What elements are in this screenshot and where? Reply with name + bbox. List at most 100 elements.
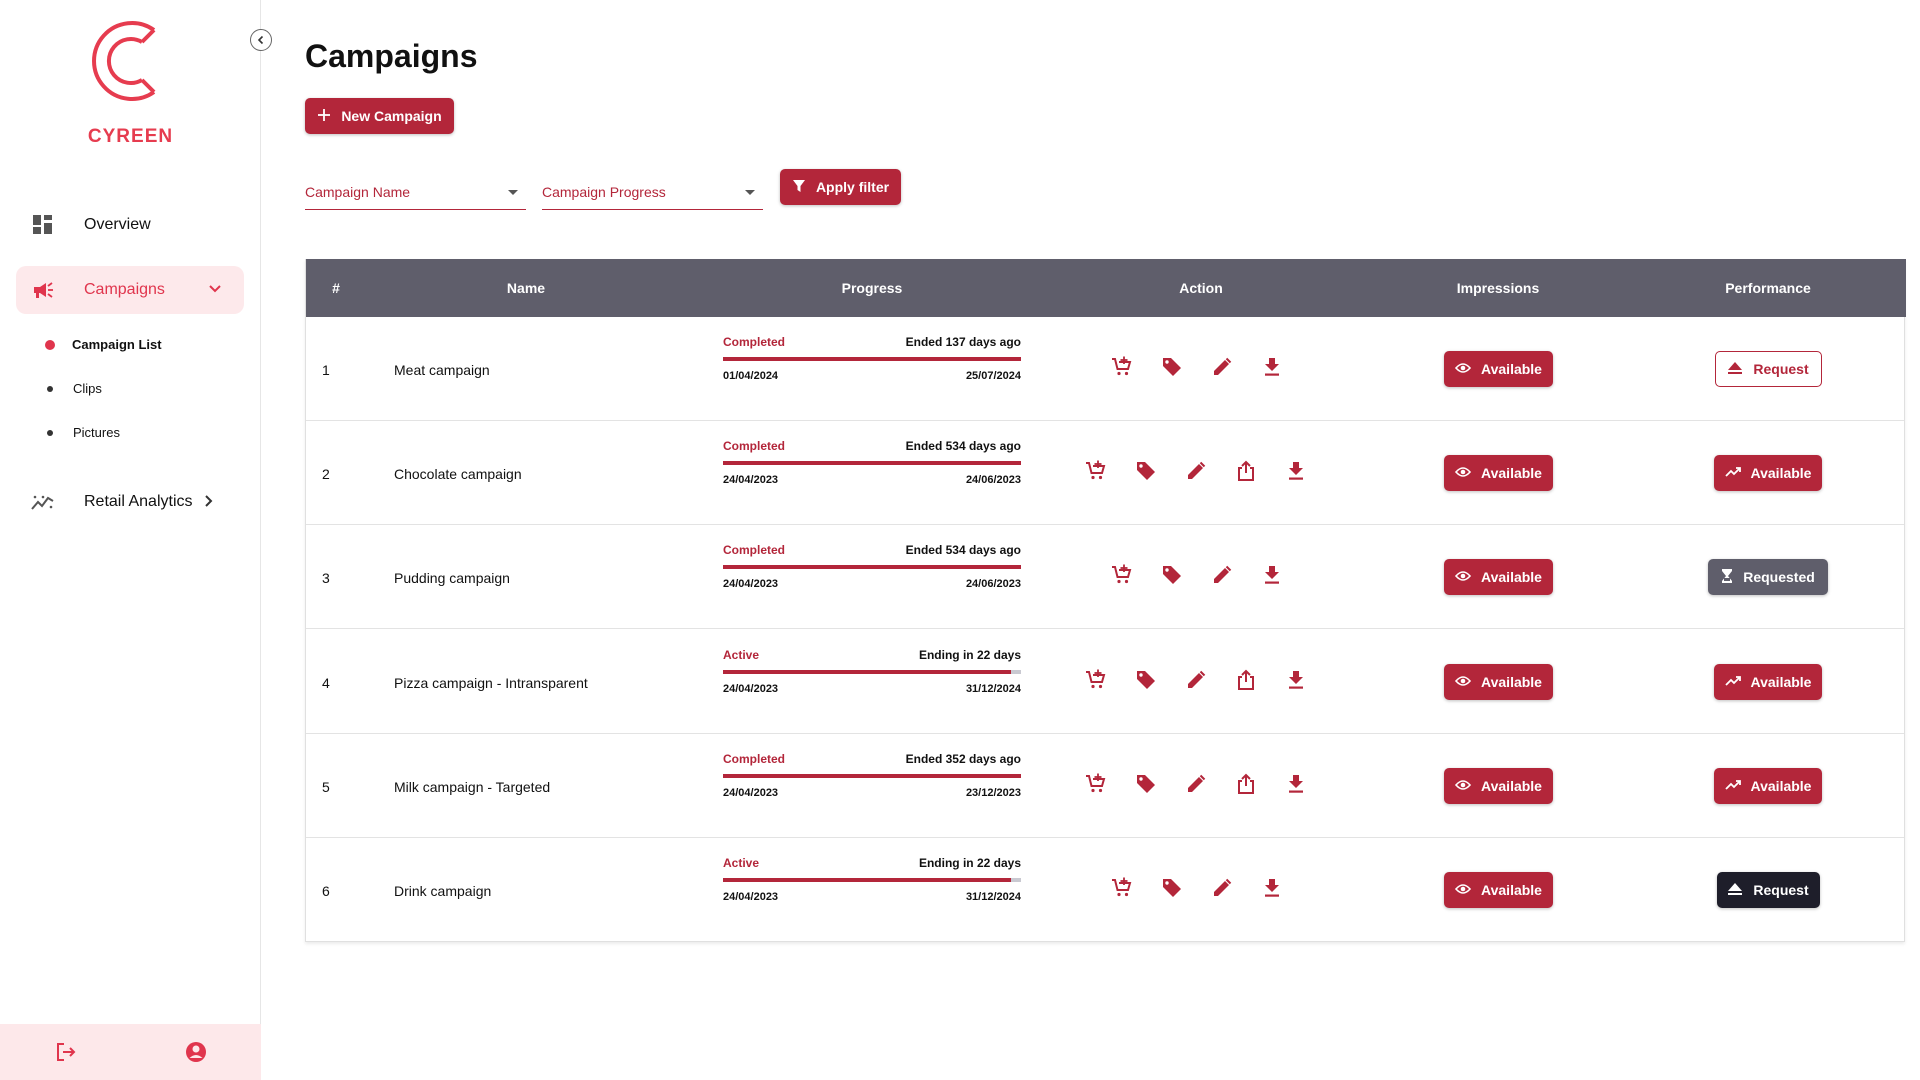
edit-icon[interactable] bbox=[1210, 355, 1234, 379]
tag-icon[interactable] bbox=[1134, 772, 1158, 796]
cart-icon[interactable] bbox=[1084, 772, 1108, 796]
table-header: # Name Progress Action Impressions Perfo… bbox=[306, 259, 1906, 317]
dropdown-caret-icon bbox=[745, 190, 755, 195]
sub-item-label: Campaign List bbox=[72, 337, 162, 352]
performance-button[interactable]: Request bbox=[1716, 872, 1820, 908]
progress-bar-fill bbox=[723, 773, 1021, 778]
nav-overview[interactable]: Overview bbox=[16, 201, 244, 249]
cart-icon[interactable] bbox=[1110, 355, 1134, 379]
impressions-button[interactable]: Available bbox=[1444, 351, 1553, 387]
row-number: 5 bbox=[322, 778, 330, 795]
cart-icon[interactable] bbox=[1084, 668, 1108, 692]
column-header-progress: Progress bbox=[841, 280, 903, 296]
nav-retail-analytics-label: Retail Analytics bbox=[84, 493, 193, 510]
megaphone-icon bbox=[16, 281, 66, 299]
progress-start-date: 24/04/2023 bbox=[723, 474, 779, 487]
progress-cell: Active Ending in 22 days 24/04/2023 31/12/2… bbox=[723, 648, 1021, 718]
performance-button[interactable]: Available bbox=[1714, 663, 1822, 700]
download-icon[interactable] bbox=[1260, 355, 1284, 379]
impressions-button[interactable]: Available bbox=[1444, 663, 1553, 700]
column-header-name: Name bbox=[506, 280, 546, 296]
collapse-sidebar-button[interactable] bbox=[250, 29, 272, 51]
tag-icon[interactable] bbox=[1134, 668, 1158, 692]
table-row: 1 Meat campaign Completed Ended 137 days ag… bbox=[306, 317, 1904, 421]
edit-icon[interactable] bbox=[1210, 563, 1234, 587]
performance-button[interactable]: Request bbox=[1714, 351, 1822, 387]
chevron-right-icon bbox=[202, 494, 216, 513]
progress-end-date: 25/07/2024 bbox=[965, 370, 1021, 382]
progress-status: Active bbox=[723, 856, 760, 870]
account-icon[interactable] bbox=[184, 1040, 208, 1069]
progress-end-date: 31/12/2024 bbox=[965, 682, 1021, 695]
campaign-name: Pizza campaign - Intransparent bbox=[394, 674, 588, 691]
logout-icon[interactable] bbox=[54, 1040, 78, 1069]
row-actions bbox=[1110, 563, 1284, 589]
download-icon[interactable] bbox=[1260, 876, 1284, 900]
tag-icon[interactable] bbox=[1160, 876, 1184, 900]
tag-icon[interactable] bbox=[1160, 563, 1184, 587]
download-icon[interactable] bbox=[1284, 459, 1308, 483]
cyreen-logo bbox=[82, 16, 174, 106]
tag-icon[interactable] bbox=[1134, 459, 1158, 483]
trending-up-icon bbox=[1724, 674, 1741, 690]
brand-name: CYREEN bbox=[87, 126, 174, 147]
nav-retail-analytics[interactable]: Retail Analytics bbox=[16, 478, 244, 526]
eye-icon bbox=[1454, 569, 1472, 585]
row-actions bbox=[1110, 876, 1284, 902]
impressions-button[interactable]: Available bbox=[1444, 872, 1553, 908]
progress-bar-fill bbox=[723, 357, 1021, 361]
campaign-progress-select[interactable]: Campaign Progress bbox=[542, 168, 763, 210]
upload-icon bbox=[1727, 361, 1743, 378]
share-icon[interactable] bbox=[1234, 459, 1258, 483]
campaign-name: Meat campaign bbox=[394, 362, 490, 378]
cart-icon[interactable] bbox=[1110, 876, 1134, 900]
edit-icon[interactable] bbox=[1184, 772, 1208, 796]
download-icon[interactable] bbox=[1284, 668, 1308, 692]
table-row: 3 Pudding campaign Completed Ended 534 days… bbox=[306, 525, 1904, 630]
impressions-button[interactable]: Available bbox=[1444, 455, 1553, 492]
progress-start-date: 24/04/2023 bbox=[723, 682, 779, 695]
dropdown-caret-icon bbox=[508, 190, 518, 195]
sub-item-campaign-list[interactable]: Campaign List bbox=[44, 337, 162, 352]
eye-icon bbox=[1454, 778, 1472, 794]
performance-button[interactable]: Available bbox=[1714, 767, 1822, 804]
page-title: Campaigns bbox=[305, 38, 478, 74]
bullet-icon bbox=[47, 385, 53, 392]
nav-campaigns[interactable]: Campaigns bbox=[16, 266, 244, 314]
impressions-label: Available bbox=[1481, 465, 1542, 482]
performance-button[interactable]: Requested bbox=[1708, 559, 1828, 596]
performance-label: Available bbox=[1750, 465, 1812, 482]
impressions-button[interactable]: Available bbox=[1444, 559, 1553, 596]
row-actions bbox=[1110, 355, 1284, 381]
progress-bar bbox=[723, 878, 1021, 882]
hourglass-icon bbox=[1721, 568, 1733, 587]
table-row: 4 Pizza campaign - Intransparent Active End… bbox=[306, 630, 1904, 734]
row-number: 1 bbox=[322, 362, 330, 378]
campaign-name: Chocolate campaign bbox=[394, 466, 522, 483]
sub-item-pictures[interactable]: Pictures bbox=[44, 425, 120, 440]
progress-remaining: Ended 137 days ago bbox=[905, 335, 1021, 349]
performance-button[interactable]: Available bbox=[1714, 455, 1822, 492]
campaign-name-select[interactable]: Campaign Name bbox=[305, 168, 526, 210]
impressions-button[interactable]: Available bbox=[1444, 767, 1553, 804]
sub-item-clips[interactable]: Clips bbox=[44, 381, 102, 396]
edit-icon[interactable] bbox=[1210, 876, 1234, 900]
apply-filter-button[interactable]: Apply filter bbox=[780, 169, 901, 205]
share-icon[interactable] bbox=[1234, 772, 1258, 796]
share-icon[interactable] bbox=[1234, 668, 1258, 692]
row-number: 3 bbox=[322, 570, 330, 587]
row-actions bbox=[1084, 772, 1308, 798]
edit-icon[interactable] bbox=[1184, 459, 1208, 483]
download-icon[interactable] bbox=[1284, 772, 1308, 796]
trending-up-icon bbox=[1724, 778, 1741, 794]
cart-icon[interactable] bbox=[1084, 459, 1108, 483]
new-campaign-button[interactable]: New Campaign bbox=[305, 98, 454, 134]
apply-filter-label: Apply filter bbox=[815, 179, 890, 195]
download-icon[interactable] bbox=[1260, 563, 1284, 587]
impressions-label: Available bbox=[1481, 777, 1542, 794]
cart-icon[interactable] bbox=[1110, 563, 1134, 587]
sidebar: CYREEN Overview Campaigns Campaign List … bbox=[0, 0, 261, 1080]
tag-icon[interactable] bbox=[1160, 355, 1184, 379]
edit-icon[interactable] bbox=[1184, 668, 1208, 692]
column-header-performance: Performance bbox=[1725, 280, 1811, 296]
